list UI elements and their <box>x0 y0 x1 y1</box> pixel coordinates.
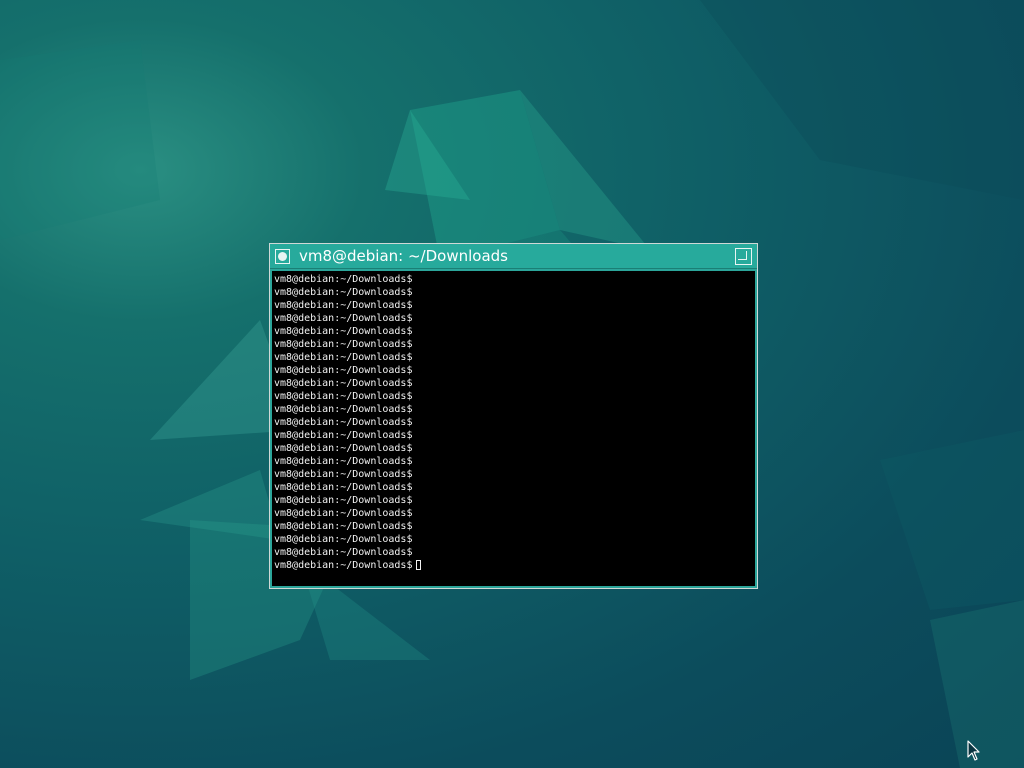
terminal-line: vm8@debian:~/Downloads$ <box>274 482 413 493</box>
terminal-line: vm8@debian:~/Downloads$ <box>274 365 413 376</box>
desktop[interactable]: vm8@debian: ~/Downloads vm8@debian:~/Dow… <box>0 0 1024 768</box>
terminal-line: vm8@debian:~/Downloads$ <box>274 417 413 428</box>
terminal-prompt-line[interactable]: vm8@debian:~/Downloads$ <box>274 559 422 572</box>
terminal-line: vm8@debian:~/Downloads$ <box>274 469 413 480</box>
terminal-line: vm8@debian:~/Downloads$ <box>274 430 413 441</box>
terminal-line: vm8@debian:~/Downloads$ <box>274 495 413 506</box>
terminal-lines: vm8@debian:~/Downloads$ vm8@debian:~/Dow… <box>274 273 422 572</box>
window-title: vm8@debian: ~/Downloads <box>299 247 508 265</box>
terminal-line: vm8@debian:~/Downloads$ <box>274 287 413 298</box>
terminal-prompt: vm8@debian:~/Downloads$ <box>274 560 413 571</box>
terminal-line: vm8@debian:~/Downloads$ <box>274 339 413 350</box>
terminal-line: vm8@debian:~/Downloads$ <box>274 508 413 519</box>
terminal-line: vm8@debian:~/Downloads$ <box>274 443 413 454</box>
terminal-line: vm8@debian:~/Downloads$ <box>274 300 413 311</box>
terminal-line: vm8@debian:~/Downloads$ <box>274 274 413 285</box>
terminal-line: vm8@debian:~/Downloads$ <box>274 404 413 415</box>
maximize-icon <box>738 251 747 260</box>
terminal-line: vm8@debian:~/Downloads$ <box>274 391 413 402</box>
maximize-button[interactable] <box>735 248 752 265</box>
mouse-pointer-icon <box>967 740 980 761</box>
terminal-line: vm8@debian:~/Downloads$ <box>274 352 413 363</box>
terminal-window[interactable]: vm8@debian: ~/Downloads vm8@debian:~/Dow… <box>269 243 758 589</box>
terminal-line: vm8@debian:~/Downloads$ <box>274 521 413 532</box>
terminal-line: vm8@debian:~/Downloads$ <box>274 326 413 337</box>
window-titlebar[interactable]: vm8@debian: ~/Downloads <box>270 244 757 269</box>
terminal-line: vm8@debian:~/Downloads$ <box>274 378 413 389</box>
terminal-line: vm8@debian:~/Downloads$ <box>274 313 413 324</box>
terminal-output-area[interactable]: vm8@debian:~/Downloads$ vm8@debian:~/Dow… <box>272 271 755 586</box>
window-menu-icon <box>278 252 287 261</box>
text-cursor <box>416 560 422 570</box>
terminal-line: vm8@debian:~/Downloads$ <box>274 534 413 545</box>
terminal-line: vm8@debian:~/Downloads$ <box>274 456 413 467</box>
terminal-line: vm8@debian:~/Downloads$ <box>274 547 413 558</box>
window-menu-button[interactable] <box>275 249 290 264</box>
